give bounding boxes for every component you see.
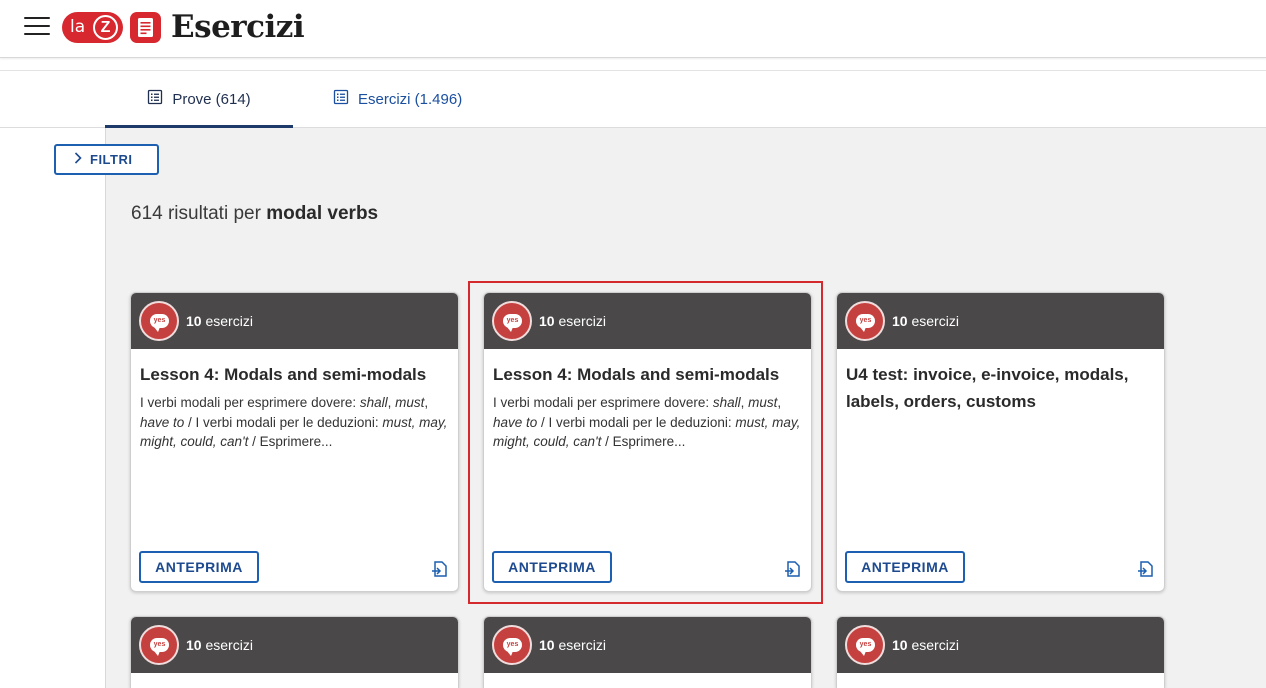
card-header: yes 10 esercizi	[131, 617, 458, 673]
card-header: yes 10 esercizi	[837, 293, 1164, 349]
logo-z-text: Z	[93, 15, 118, 40]
card-title: U4 test: invoice, e-invoice, modals, lab…	[846, 365, 1129, 411]
menu-icon[interactable]	[24, 17, 50, 37]
preview-button[interactable]: ANTEPRIMA	[845, 551, 965, 583]
list-icon	[147, 89, 163, 109]
exercise-count: 10 esercizi	[539, 637, 606, 653]
filters-button[interactable]: FILTRI	[54, 144, 159, 175]
exercise-count: 10 esercizi	[186, 313, 253, 329]
card-title: Lesson 4: Modals and semi-modals	[140, 365, 427, 384]
results-query: modal verbs	[266, 203, 379, 224]
exercise-card[interactable]: yes 10 esercizi U4 test: invoice, e-invo…	[836, 292, 1165, 592]
tab-prove[interactable]: Prove (614)	[105, 71, 293, 128]
laz-logo[interactable]: la Z	[62, 12, 123, 43]
tab-esercizi-label: Esercizi (1.496)	[358, 90, 463, 108]
tab-esercizi[interactable]: Esercizi (1.496)	[333, 71, 462, 127]
exercise-count: 10 esercizi	[186, 637, 253, 653]
chevron-right-icon	[74, 152, 82, 167]
assign-icon[interactable]	[430, 559, 450, 579]
top-bar: la Z Esercizi	[0, 0, 1266, 58]
results-count: 614 risultati per	[131, 203, 261, 224]
card-header: yes 10 esercizi	[131, 293, 458, 349]
sidebar-divider	[105, 128, 106, 688]
card-header: yes 10 esercizi	[837, 617, 1164, 673]
exercise-card[interactable]: yes 10 esercizi Lesson 4: Modals and sem…	[130, 292, 459, 592]
tabs-bar: Prove (614) Esercizi (1.496)	[0, 71, 1266, 128]
exercise-card[interactable]: yes 10 esercizi	[483, 616, 812, 688]
yes-icon: yes	[845, 625, 885, 665]
yes-icon: yes	[492, 625, 532, 665]
exercise-count: 10 esercizi	[892, 313, 959, 329]
card-header: yes 10 esercizi	[484, 617, 811, 673]
esercizi-app-icon	[130, 12, 161, 43]
filters-label: FILTRI	[90, 152, 133, 167]
exercise-card[interactable]: yes 10 esercizi	[130, 616, 459, 688]
exercise-card[interactable]: yes 10 esercizi	[836, 616, 1165, 688]
yes-icon: yes	[845, 301, 885, 341]
results-summary: 614 risultati per modal verbs	[131, 203, 378, 225]
highlight-box	[468, 281, 823, 604]
yes-icon: yes	[139, 625, 179, 665]
yes-icon: yes	[139, 301, 179, 341]
list-icon	[333, 89, 349, 109]
tab-prove-label: Prove (614)	[172, 90, 251, 108]
assign-icon[interactable]	[1136, 559, 1156, 579]
app-title: Esercizi	[171, 9, 305, 45]
logo-la-text: la	[70, 17, 86, 37]
preview-button[interactable]: ANTEPRIMA	[139, 551, 259, 583]
card-description: I verbi modali per esprimere dovere: sha…	[140, 395, 448, 449]
exercise-count: 10 esercizi	[892, 637, 959, 653]
